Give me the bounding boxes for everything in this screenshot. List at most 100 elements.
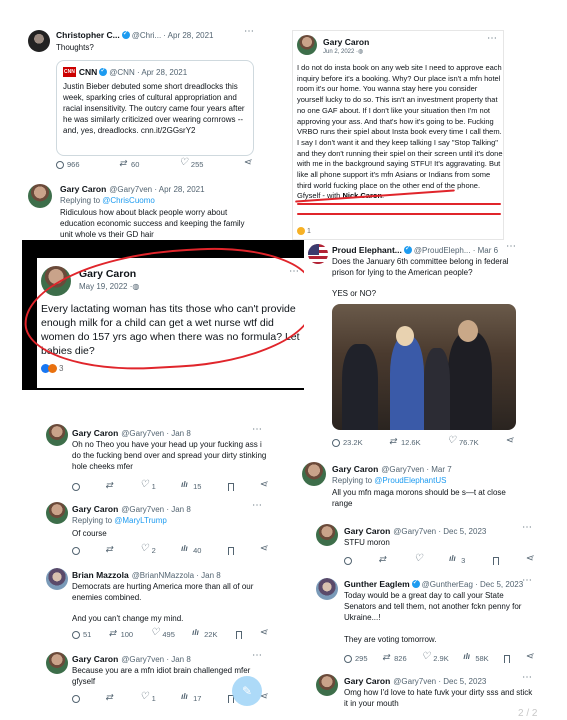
author-name[interactable]: Gary Caron — [323, 37, 369, 47]
reply-button[interactable] — [72, 694, 80, 703]
views-button[interactable]: 15 — [181, 480, 201, 492]
tweet-gunther-eaglem[interactable]: Gunther Eaglem @GuntherEag · Dec 5, 2023… — [312, 574, 538, 666]
reply-button[interactable] — [72, 482, 80, 491]
author-name[interactable]: Gary Caron — [72, 504, 118, 514]
more-options-icon[interactable]: ⋯ — [522, 672, 533, 683]
retweet-button[interactable]: 826 — [382, 652, 407, 664]
avatar[interactable] — [316, 674, 338, 696]
more-options-icon[interactable]: ⋯ — [522, 522, 533, 533]
like-button[interactable]: 76.7K — [447, 435, 479, 448]
bookmark-button[interactable] — [504, 654, 511, 663]
more-options-icon[interactable]: ⋯ — [487, 33, 498, 44]
like-button[interactable]: 495 — [150, 627, 175, 640]
avatar[interactable] — [46, 652, 68, 674]
views-button[interactable]: 22K — [192, 628, 217, 640]
avatar[interactable] — [46, 424, 68, 446]
tweet-gary-reply-marytrump[interactable]: Gary Caron @Gary7ven · Jan 8 ⋯ Replying … — [40, 500, 272, 556]
reply-button[interactable]: 23.2K — [332, 438, 363, 447]
like-button[interactable]: 2.9K — [421, 651, 448, 664]
reply-button[interactable]: 51 — [72, 630, 91, 639]
author-name[interactable]: Gary Caron — [332, 464, 378, 474]
views-button[interactable]: 58K — [463, 652, 488, 664]
replying-to-link[interactable]: @MaryLTrump — [114, 516, 167, 525]
retweet-button[interactable]: 12.6K — [389, 436, 421, 448]
tweet-gary-reply-proudelephant[interactable]: Gary Caron @Gary7ven · Mar 7 Replying to… — [300, 460, 524, 512]
avatar[interactable] — [297, 35, 317, 55]
retweet-button[interactable] — [105, 692, 114, 703]
tweet-christopher[interactable]: Christopher C... @Chri... · Apr 28, 2021… — [22, 22, 260, 182]
author-name[interactable]: Gary Caron — [72, 428, 118, 438]
replying-to-link[interactable]: @ProudElephantUS — [374, 476, 446, 485]
author-handle[interactable]: @ProudEleph... · Mar 6 — [414, 246, 498, 255]
more-options-icon[interactable]: ⋯ — [252, 650, 263, 661]
author-name[interactable]: Brian Mazzola — [72, 570, 129, 580]
avatar[interactable] — [308, 244, 328, 264]
author-name[interactable]: Gary Caron — [344, 526, 390, 536]
views-button[interactable]: 17 — [181, 692, 201, 704]
avatar[interactable] — [46, 502, 68, 524]
share-button[interactable] — [243, 157, 252, 169]
avatar[interactable] — [316, 524, 338, 546]
views-button[interactable]: 3 — [449, 554, 465, 566]
bookmark-button[interactable] — [235, 630, 242, 639]
author-handle[interactable]: @Gary7ven · Jan 8 — [121, 655, 190, 664]
avatar[interactable] — [28, 30, 50, 52]
tweet-gary-reply-cuomo[interactable]: Gary Caron @Gary7ven · Apr 28, 2021 Repl… — [22, 182, 260, 238]
retweet-button[interactable] — [105, 480, 114, 491]
author-handle[interactable]: @BrianNMazzola · Jan 8 — [132, 571, 221, 580]
share-button[interactable] — [259, 627, 268, 639]
author-handle[interactable]: @Gary7ven · Jan 8 — [121, 505, 190, 514]
author-name[interactable]: Gary Caron — [60, 184, 106, 194]
more-options-icon[interactable]: ⋯ — [522, 575, 533, 586]
reply-button[interactable] — [72, 546, 80, 555]
author-name[interactable]: Gunther Eaglem — [344, 579, 410, 589]
reply-button[interactable] — [344, 556, 352, 565]
author-name[interactable]: Proud Elephant... — [332, 245, 402, 255]
tweet-brian-mazzola[interactable]: Brian Mazzola @BrianNMazzola · Jan 8 Dem… — [40, 566, 272, 644]
author-handle[interactable]: @Gary7ven · Dec 5, 2023 — [393, 527, 486, 536]
bookmark-button[interactable] — [227, 546, 234, 555]
tweet-date[interactable]: · Apr 28, 2021 — [163, 31, 213, 40]
author-name[interactable]: Christopher C... — [56, 30, 120, 40]
retweet-button[interactable] — [378, 554, 387, 565]
floating-compose-icon[interactable]: ✎ — [232, 676, 262, 706]
bookmark-button[interactable] — [227, 482, 234, 491]
share-button[interactable] — [259, 543, 268, 555]
author-handle[interactable]: @Gary7ven · Jan 8 — [121, 429, 190, 438]
share-button[interactable] — [525, 553, 534, 565]
like-button[interactable]: 255 — [179, 157, 204, 170]
author-handle[interactable]: @Gary7ven · Mar 7 — [381, 465, 451, 474]
avatar[interactable] — [46, 568, 68, 590]
tweet-proud-elephant[interactable]: Proud Elephant... @ProudEleph... · Mar 6… — [304, 240, 522, 452]
share-button[interactable] — [525, 651, 534, 663]
author-handle[interactable]: @Chri... — [132, 31, 161, 40]
like-button[interactable]: 1 — [140, 691, 156, 704]
more-options-icon[interactable]: ⋯ — [506, 241, 517, 252]
author-name[interactable]: Gary Caron — [344, 676, 390, 686]
share-button[interactable] — [259, 479, 268, 491]
tweet-gary-omg[interactable]: Gary Caron @Gary7ven · Dec 5, 2023 ⋯ Omg… — [312, 672, 538, 716]
quote-tweet[interactable]: CNN CNN @CNN · Apr 28, 2021 Justin Biebe… — [56, 60, 254, 156]
author-handle[interactable]: @GuntherEag · Dec 5, 2023 — [422, 580, 524, 589]
retweet-button[interactable]: 100 — [109, 628, 134, 640]
more-options-icon[interactable]: ⋯ — [252, 424, 263, 435]
tweet-photo[interactable] — [332, 304, 516, 430]
share-button[interactable] — [505, 435, 514, 447]
more-options-icon[interactable]: ⋯ — [252, 500, 263, 511]
post-gary-vrbo[interactable]: Gary Caron Jun 2, 2022 · ◍ ⋯ I do not do… — [292, 30, 504, 240]
like-button[interactable]: 2 — [140, 543, 156, 556]
avatar[interactable] — [28, 184, 52, 208]
retweet-button[interactable]: 60 — [119, 158, 139, 170]
reply-button[interactable]: 966 — [56, 160, 80, 169]
more-options-icon[interactable]: ⋯ — [244, 26, 255, 37]
tweet-gary-stfu[interactable]: Gary Caron @Gary7ven · Dec 5, 2023 ⋯ STF… — [312, 522, 538, 570]
author-name[interactable]: Gary Caron — [72, 654, 118, 664]
tweet-gary-idiot[interactable]: Gary Caron @Gary7ven · Jan 8 ⋯ Because y… — [40, 650, 272, 712]
author-handle[interactable]: @Gary7ven · Dec 5, 2023 — [393, 677, 486, 686]
reply-button[interactable]: 295 — [344, 654, 368, 663]
views-button[interactable]: 40 — [181, 544, 201, 556]
like-button[interactable]: 1 — [140, 479, 156, 492]
author-handle[interactable]: @Gary7ven · Apr 28, 2021 — [109, 185, 204, 194]
avatar[interactable] — [302, 462, 326, 486]
like-button[interactable] — [414, 553, 423, 565]
